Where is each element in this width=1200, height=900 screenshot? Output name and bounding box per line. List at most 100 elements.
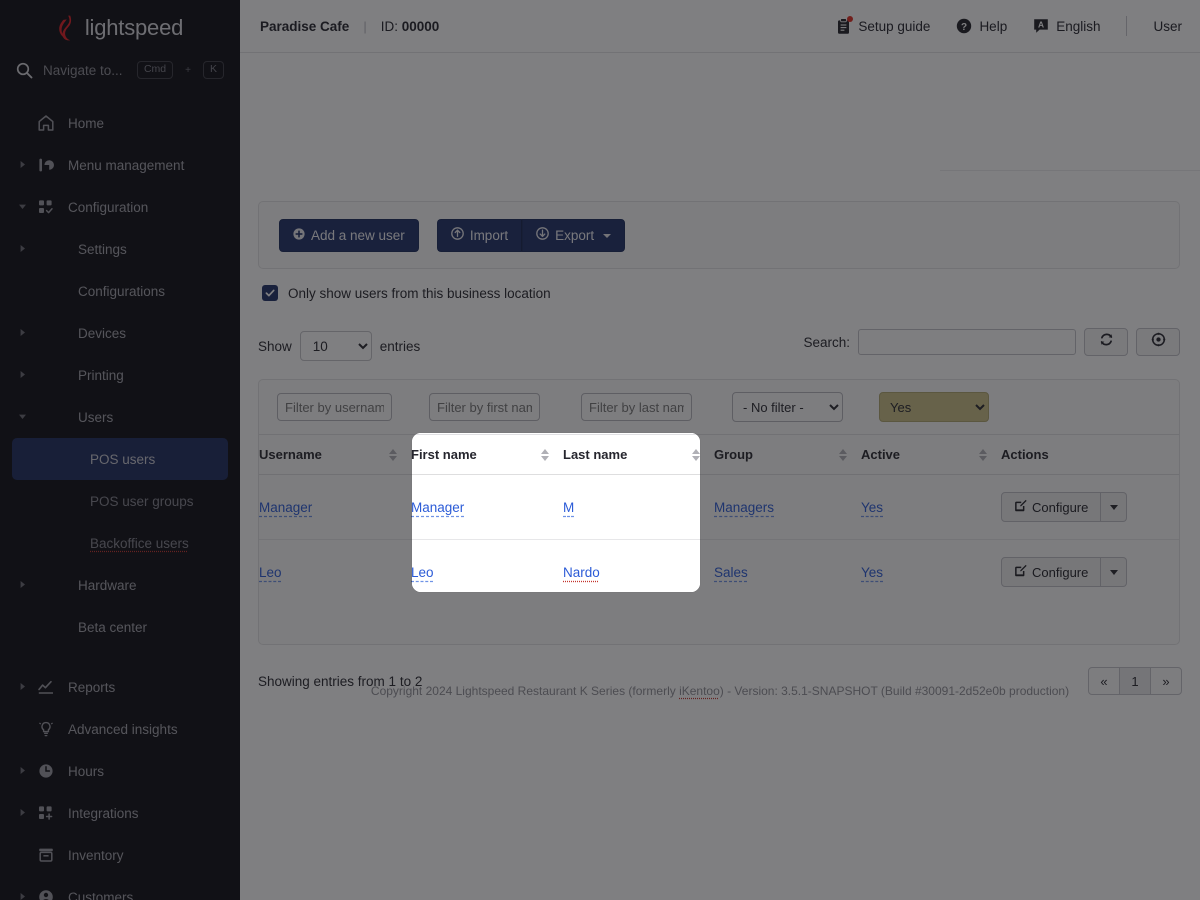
chevron-right-icon[interactable] bbox=[18, 328, 30, 339]
venue-id-value: 00000 bbox=[401, 18, 440, 34]
last-name-link[interactable]: M bbox=[563, 500, 574, 515]
venue-id-label: ID: bbox=[380, 18, 398, 34]
sidebar-item-pos-user-groups[interactable]: POS user groups bbox=[0, 480, 240, 522]
sidebar-item-configuration[interactable]: Configuration bbox=[0, 186, 240, 228]
show-label: Show bbox=[258, 338, 292, 354]
chevron-right-icon[interactable] bbox=[18, 244, 30, 255]
sort-arrows-icon[interactable] bbox=[541, 448, 549, 461]
chevron-right-icon[interactable] bbox=[18, 808, 30, 819]
configuration-icon bbox=[34, 198, 58, 216]
setup-guide-button[interactable]: Setup guide bbox=[836, 15, 930, 35]
sidebar-item-hardware[interactable]: Hardware bbox=[0, 564, 240, 606]
brand-logo[interactable]: lightspeed bbox=[0, 0, 240, 52]
configure-dropdown-toggle[interactable] bbox=[1101, 492, 1128, 522]
chevron-right-icon[interactable] bbox=[18, 892, 30, 900]
chevron-right-icon[interactable] bbox=[18, 370, 30, 381]
sidebar-item-label: Integrations bbox=[68, 805, 139, 821]
export-button[interactable]: Export bbox=[522, 219, 626, 253]
sort-arrows-icon[interactable] bbox=[839, 448, 847, 461]
language-selector[interactable]: A English bbox=[1033, 18, 1100, 34]
configure-dropdown-toggle[interactable] bbox=[1101, 557, 1128, 587]
sidebar-item-inventory[interactable]: Inventory bbox=[0, 834, 240, 876]
configure-button[interactable]: Configure bbox=[1001, 492, 1102, 522]
filter-active-select[interactable]: - No filter -YesNo bbox=[879, 392, 989, 422]
sidebar-item-label: Printing bbox=[78, 367, 124, 383]
chevron-right-icon[interactable] bbox=[18, 580, 30, 591]
active-link[interactable]: Yes bbox=[861, 565, 883, 580]
help-button[interactable]: ? Help bbox=[956, 18, 1007, 34]
only-location-checkbox[interactable] bbox=[262, 285, 278, 301]
column-header-last-name[interactable]: Last name bbox=[563, 434, 714, 475]
plus-circle-icon bbox=[293, 227, 305, 244]
translate-icon: A bbox=[1033, 18, 1049, 34]
column-header-group[interactable]: Group bbox=[714, 434, 861, 475]
sort-arrows-icon[interactable] bbox=[389, 448, 397, 461]
group-link[interactable]: Managers bbox=[714, 500, 774, 515]
column-header-active[interactable]: Active bbox=[861, 434, 1001, 475]
search-input[interactable] bbox=[858, 329, 1076, 355]
filter-group-select[interactable]: - No filter -ManagersSales bbox=[732, 392, 843, 422]
column-header-username[interactable]: Username bbox=[259, 434, 411, 475]
venue-id: ID: 00000 bbox=[381, 19, 440, 34]
sidebar-item-home[interactable]: Home bbox=[0, 102, 240, 144]
chevron-right-icon[interactable] bbox=[18, 160, 30, 171]
filter-lastname-input[interactable] bbox=[581, 393, 692, 421]
username-link[interactable]: Manager bbox=[259, 500, 312, 515]
column-header-actions[interactable]: Actions bbox=[1001, 434, 1179, 475]
sidebar-item-reports[interactable]: Reports bbox=[0, 666, 240, 708]
navigate-label: Navigate to... bbox=[43, 62, 123, 78]
shortcut-k-key: K bbox=[202, 61, 224, 79]
reset-target-icon bbox=[1151, 332, 1166, 352]
filter-cell-username bbox=[277, 393, 429, 421]
sort-arrows-icon[interactable] bbox=[692, 448, 700, 461]
only-location-label: Only show users from this business locat… bbox=[288, 285, 551, 301]
only-location-checkbox-row[interactable]: Only show users from this business locat… bbox=[262, 285, 551, 301]
cell-actions: Configure bbox=[1001, 474, 1179, 540]
chevron-right-icon[interactable] bbox=[18, 766, 30, 777]
sidebar-item-configurations[interactable]: Configurations bbox=[0, 270, 240, 312]
nav-group-gap bbox=[0, 648, 240, 666]
sidebar-item-integrations[interactable]: Integrations bbox=[0, 792, 240, 834]
sidebar-item-pos-users[interactable]: POS users bbox=[12, 438, 228, 480]
filter-firstname-input[interactable] bbox=[429, 393, 540, 421]
group-link[interactable]: Sales bbox=[714, 565, 748, 580]
configure-button[interactable]: Configure bbox=[1001, 557, 1102, 587]
first-name-link[interactable]: Manager bbox=[411, 500, 464, 515]
sidebar-item-backoffice-users[interactable]: Backoffice users bbox=[0, 522, 240, 564]
sidebar-item-devices[interactable]: Devices bbox=[0, 312, 240, 354]
header-separator-1: | bbox=[363, 18, 367, 34]
header-divider bbox=[1126, 16, 1128, 36]
sidebar-item-printing[interactable]: Printing bbox=[0, 354, 240, 396]
last-name-link[interactable]: Nardo bbox=[563, 565, 600, 580]
chevron-down-icon[interactable] bbox=[18, 202, 30, 213]
users-table-card: - No filter -ManagersSales - No filter -… bbox=[258, 379, 1180, 645]
add-new-user-button[interactable]: Add a new user bbox=[279, 219, 419, 253]
language-label: English bbox=[1056, 18, 1101, 34]
sidebar-item-label: Menu management bbox=[68, 157, 185, 173]
column-header-first-name[interactable]: First name bbox=[411, 434, 563, 475]
chevron-right-icon[interactable] bbox=[18, 682, 30, 693]
sidebar-item-users[interactable]: Users bbox=[0, 396, 240, 438]
sidebar-item-hours[interactable]: Hours bbox=[0, 750, 240, 792]
active-link[interactable]: Yes bbox=[861, 500, 883, 515]
sidebar-item-advanced-insights[interactable]: Advanced insights bbox=[0, 708, 240, 750]
filter-username-input[interactable] bbox=[277, 393, 392, 421]
user-menu-button[interactable]: User bbox=[1153, 19, 1182, 34]
entries-per-page-select[interactable]: 102550100 bbox=[299, 331, 372, 361]
copyright-brand-word: iKentoo bbox=[679, 684, 720, 698]
sidebar-item-customers[interactable]: Customers bbox=[0, 876, 240, 900]
chevron-down-icon[interactable] bbox=[18, 412, 30, 423]
first-name-link[interactable]: Leo bbox=[411, 565, 434, 580]
sidebar-item-settings[interactable]: Settings bbox=[0, 228, 240, 270]
username-link[interactable]: Leo bbox=[259, 565, 282, 580]
sidebar-navigate-search[interactable]: Navigate to... Cmd + K bbox=[0, 52, 240, 88]
refresh-button[interactable] bbox=[1084, 328, 1128, 356]
sidebar-item-menu-management[interactable]: Menu management bbox=[0, 144, 240, 186]
sidebar-item-beta-center[interactable]: Beta center bbox=[0, 606, 240, 648]
filter-cell-lastname bbox=[581, 393, 732, 421]
sidebar-item-label: Home bbox=[68, 115, 105, 131]
search-icon bbox=[16, 62, 33, 79]
sort-arrows-icon[interactable] bbox=[979, 448, 987, 461]
reset-filters-button[interactable] bbox=[1136, 328, 1180, 356]
import-button[interactable]: Import bbox=[436, 219, 523, 253]
